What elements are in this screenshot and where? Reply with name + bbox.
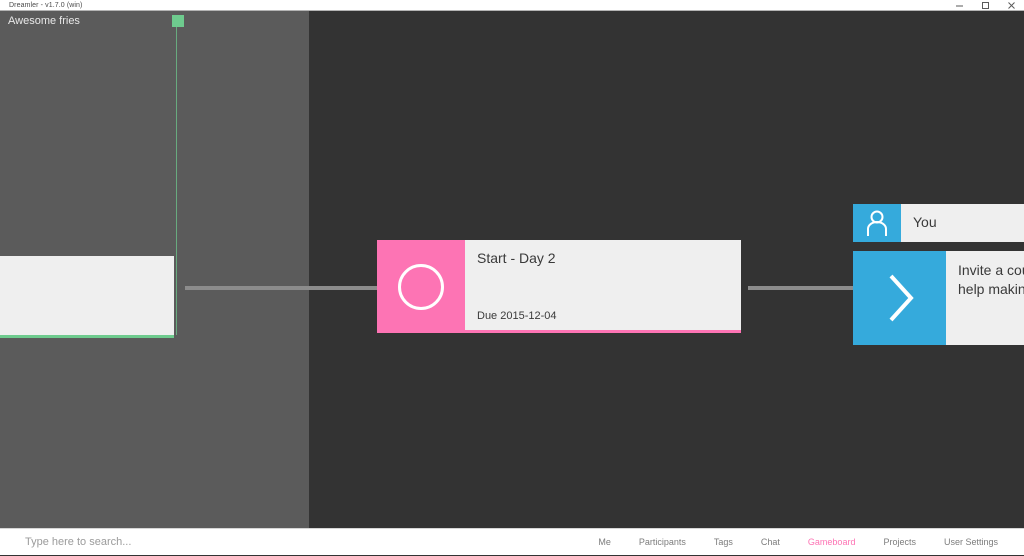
window-titlebar: Dreamler - v1.7.0 (win) <box>0 0 1024 11</box>
chevron-right-icon <box>853 251 946 345</box>
minimize-button[interactable] <box>946 0 972 10</box>
card-invite-text: Invite a coup help making <box>958 262 1024 297</box>
connector-line <box>748 286 853 290</box>
board-zone-title: Awesome fries <box>8 15 80 27</box>
circle-ring-icon <box>377 240 465 333</box>
bottom-bar: Me Participants Tags Chat Gameboard Proj… <box>0 528 1024 556</box>
card-you[interactable]: You <box>853 204 1024 242</box>
gameboard-canvas[interactable]: Awesome fries Start - Day 2 Due 2015-12-… <box>0 11 1024 528</box>
nav-item-chat[interactable]: Chat <box>747 537 794 547</box>
nav-item-participants[interactable]: Participants <box>625 537 700 547</box>
close-button[interactable] <box>998 0 1024 10</box>
card-you-title: You <box>913 214 937 230</box>
milestone-flag-stem <box>176 27 177 335</box>
bottom-nav: Me Participants Tags Chat Gameboard Proj… <box>584 537 1024 547</box>
window-controls <box>946 0 1024 10</box>
card-start-due-date: Due 2015-12-04 <box>477 310 557 322</box>
card-you-body[interactable]: You <box>901 204 1024 242</box>
card-offscreen[interactable] <box>0 256 174 338</box>
maximize-button[interactable] <box>972 0 998 10</box>
connector-line <box>185 286 377 290</box>
card-invite[interactable]: Invite a coup help making <box>853 251 1024 345</box>
nav-item-me[interactable]: Me <box>584 537 625 547</box>
window-title: Dreamler - v1.7.0 (win) <box>9 1 83 9</box>
nav-item-tags[interactable]: Tags <box>700 537 747 547</box>
nav-item-user-settings[interactable]: User Settings <box>930 537 1012 547</box>
nav-item-projects[interactable]: Projects <box>869 537 930 547</box>
milestone-flag-icon[interactable] <box>172 15 184 27</box>
search-input[interactable] <box>0 528 357 556</box>
card-start[interactable]: Start - Day 2 Due 2015-12-04 <box>377 240 741 333</box>
nav-item-gameboard[interactable]: Gameboard <box>794 537 870 547</box>
card-start-title: Start - Day 2 <box>477 250 556 266</box>
person-icon <box>853 204 901 242</box>
card-start-body[interactable]: Start - Day 2 Due 2015-12-04 <box>465 240 741 333</box>
card-invite-body[interactable]: Invite a coup help making <box>946 251 1024 345</box>
